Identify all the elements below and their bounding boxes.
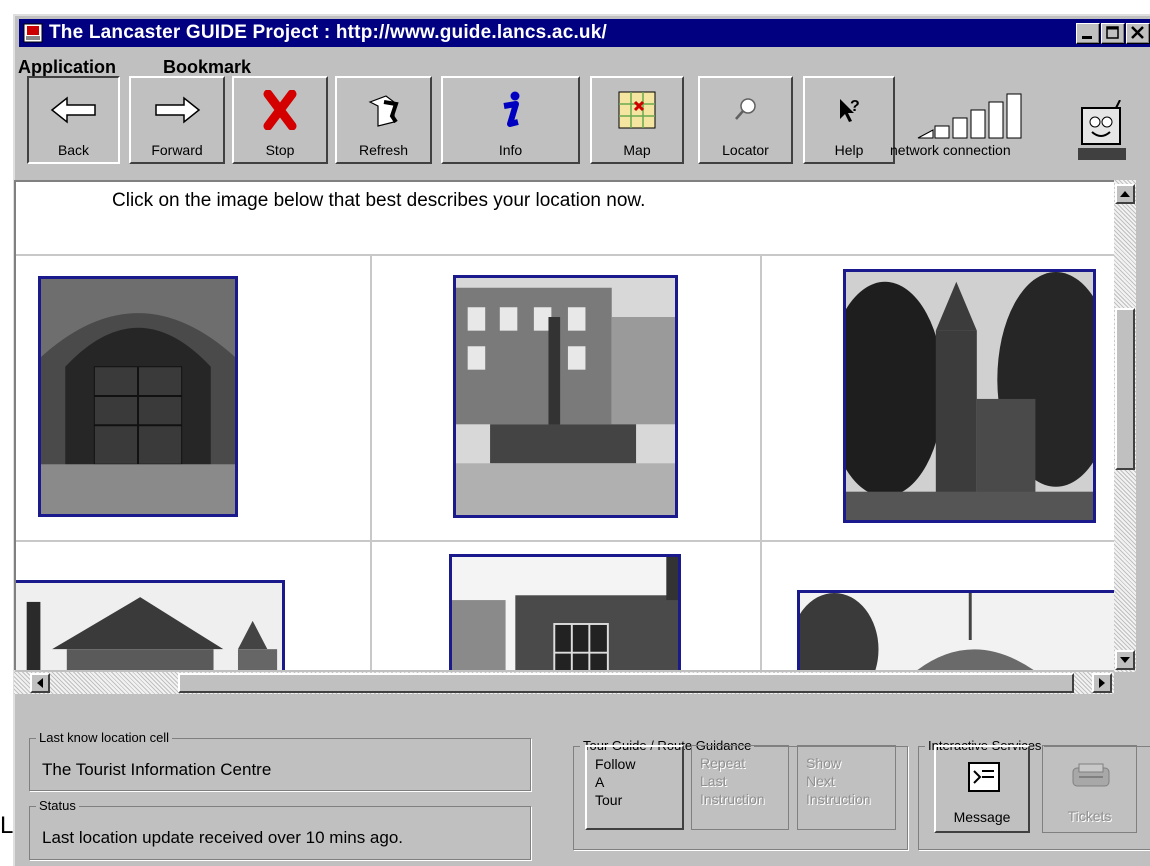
info-button[interactable]: Info	[441, 76, 580, 164]
horizontal-scrollbar[interactable]	[14, 672, 1114, 694]
maximize-button[interactable]	[1101, 23, 1125, 44]
repeat-line: Last	[700, 773, 727, 789]
follow-line: Follow	[595, 756, 636, 772]
edge-glyph: L	[0, 812, 14, 839]
refresh-label: Refresh	[358, 142, 409, 158]
repeat-line: Repeat	[700, 755, 746, 771]
status-value: Last location update received over 10 mi…	[42, 828, 404, 847]
message-label: Message	[953, 809, 1011, 825]
minimize-button[interactable]	[1076, 23, 1100, 44]
location-photo-cottage[interactable]	[16, 580, 285, 670]
grid-divider	[370, 254, 372, 670]
location-photo-dome[interactable]	[797, 590, 1114, 670]
scroll-up-arrow-icon	[1120, 191, 1130, 197]
dome-photo	[800, 593, 1114, 670]
back-arrow-icon	[50, 96, 96, 124]
scroll-left-arrow-icon	[37, 678, 43, 688]
vertical-scrollbar[interactable]	[1114, 180, 1136, 672]
follow-line: A	[595, 774, 605, 790]
stop-label: Stop	[265, 142, 295, 158]
menu-application[interactable]: Application	[18, 57, 116, 78]
content-pane: Click on the image below that best descr…	[14, 180, 1114, 670]
scroll-down-button[interactable]	[1115, 650, 1135, 670]
square-photo	[456, 278, 675, 515]
tickets-button[interactable]: Tickets	[1042, 745, 1137, 833]
church-photo	[846, 272, 1093, 520]
refresh-icon	[368, 95, 399, 127]
repeat-line: Instruction	[700, 791, 765, 807]
help-cursor-icon: ?	[840, 98, 860, 122]
stop-x-icon	[263, 90, 297, 130]
location-legend: Last know location cell	[36, 730, 173, 745]
grid-divider	[16, 254, 1114, 256]
forward-arrow-icon	[155, 96, 201, 124]
svg-text:?: ?	[850, 98, 860, 115]
locator-label: Locator	[722, 142, 769, 158]
message-button[interactable]: Message	[934, 745, 1030, 833]
app-icon	[23, 23, 43, 43]
cottage-photo	[16, 583, 282, 670]
scroll-down-arrow-icon	[1120, 657, 1130, 663]
gateway-photo	[41, 279, 235, 514]
network-connection-label: network connection	[890, 142, 1011, 158]
grid-divider	[760, 254, 762, 670]
map-label: Map	[623, 142, 651, 158]
minimize-icon	[1082, 36, 1092, 39]
location-value: The Tourist Information Centre	[42, 760, 272, 779]
tickets-label: Tickets	[1067, 808, 1112, 824]
info-icon	[503, 91, 519, 127]
stone-building-photo	[452, 557, 678, 670]
horizontal-scroll-thumb[interactable]	[178, 673, 1074, 693]
locator-button[interactable]: Locator	[698, 76, 793, 164]
message-icon	[968, 762, 1000, 792]
tickets-icon	[1072, 763, 1110, 787]
scroll-up-button[interactable]	[1115, 184, 1135, 204]
guide-device-icon	[1078, 100, 1126, 160]
repeat-instruction-button[interactable]: Repeat Last Instruction	[691, 745, 789, 830]
location-photo-church[interactable]	[843, 269, 1096, 523]
title-bar[interactable]: The Lancaster GUIDE Project : http://www…	[19, 19, 1150, 47]
help-button[interactable]: ? Help	[803, 76, 895, 164]
forward-button[interactable]: Forward	[129, 76, 225, 164]
maximize-icon	[1106, 26, 1119, 39]
status-legend: Status	[36, 798, 79, 813]
grid-divider	[16, 540, 1114, 542]
window-title: The Lancaster GUIDE Project : http://www…	[49, 22, 607, 43]
forward-label: Forward	[151, 142, 203, 158]
menu-bookmark[interactable]: Bookmark	[163, 57, 251, 78]
follow-tour-button[interactable]: Follow A Tour	[585, 745, 684, 830]
stop-button[interactable]: Stop	[232, 76, 328, 164]
vertical-scroll-thumb[interactable]	[1115, 308, 1135, 470]
scroll-right-button[interactable]	[1092, 673, 1112, 693]
close-button[interactable]	[1126, 23, 1150, 44]
info-label: Info	[498, 142, 523, 158]
show-line: Show	[806, 755, 842, 771]
scroll-right-arrow-icon	[1099, 678, 1105, 688]
location-photo-stone-building[interactable]	[449, 554, 681, 670]
location-photo-square[interactable]	[453, 275, 678, 518]
show-next-instruction-button[interactable]: Show Next Instruction	[797, 745, 896, 830]
map-icon	[618, 91, 656, 129]
show-line: Instruction	[806, 791, 871, 807]
help-label: Help	[834, 142, 864, 158]
network-signal-icon	[917, 93, 1022, 139]
location-photo-gateway[interactable]	[38, 276, 238, 517]
follow-line: Tour	[595, 792, 623, 808]
back-label: Back	[57, 142, 90, 158]
back-button[interactable]: Back	[27, 76, 120, 164]
close-icon	[1131, 26, 1144, 39]
magnifier-icon	[734, 98, 756, 120]
show-line: Next	[806, 773, 835, 789]
refresh-button[interactable]: Refresh	[335, 76, 432, 164]
instruction-text: Click on the image below that best descr…	[112, 190, 646, 211]
scroll-left-button[interactable]	[30, 673, 50, 693]
map-button[interactable]: Map	[590, 76, 684, 164]
